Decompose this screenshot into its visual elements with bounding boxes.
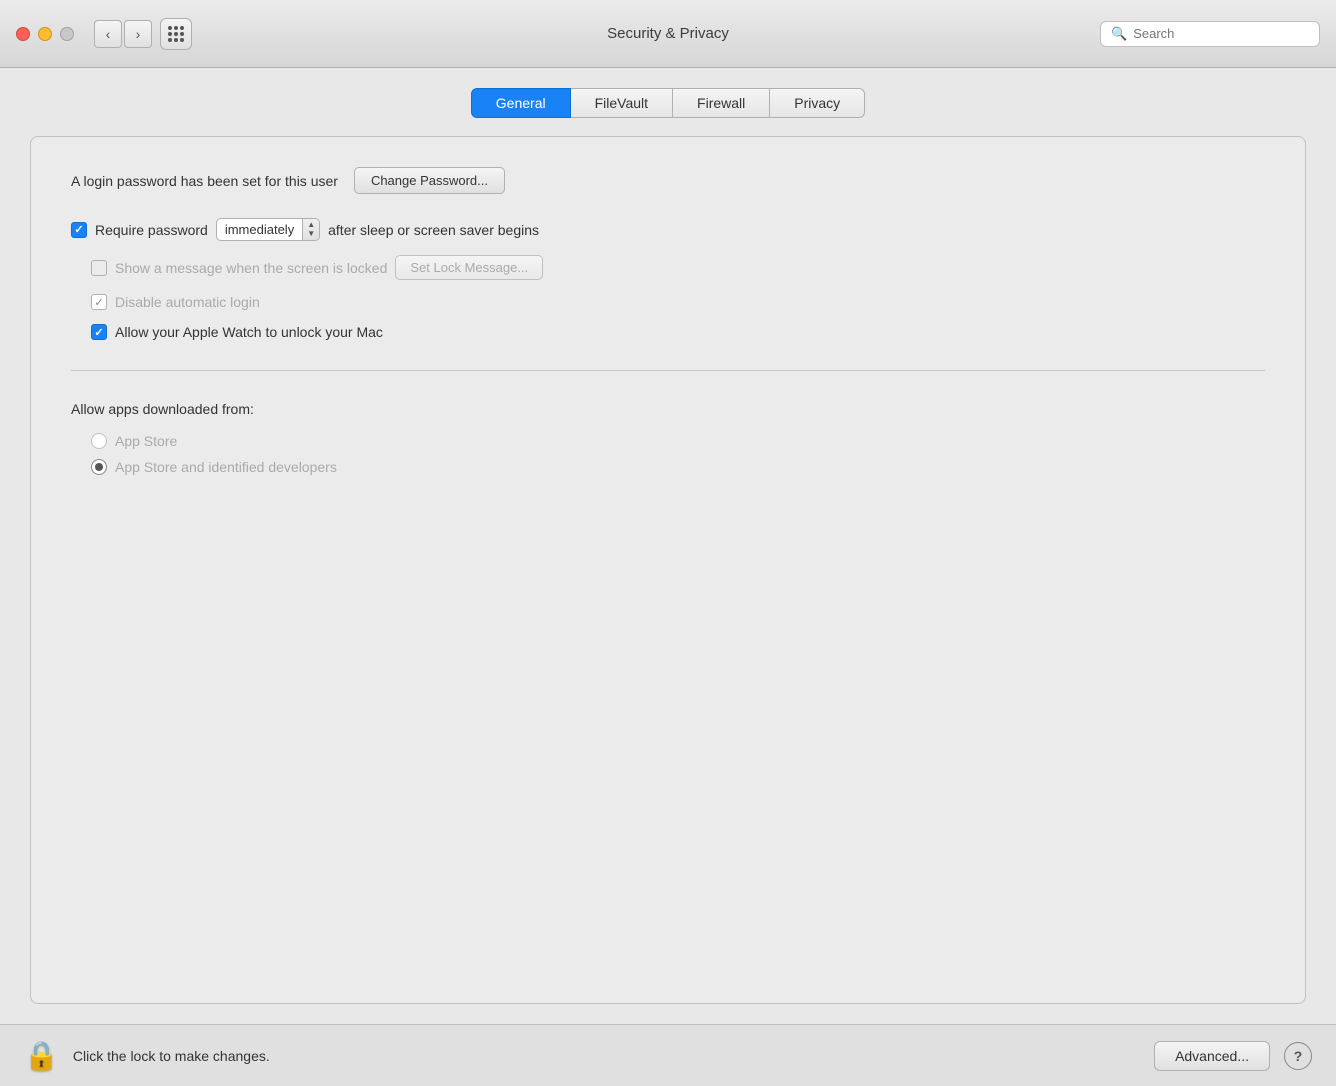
show-message-row: Show a message when the screen is locked… <box>91 255 1265 280</box>
require-password-label: Require password <box>95 222 208 238</box>
disable-autologin-label: Disable automatic login <box>115 294 260 310</box>
set-lock-message-button[interactable]: Set Lock Message... <box>395 255 543 280</box>
search-input[interactable] <box>1133 26 1309 41</box>
lock-icon[interactable]: 🔒 <box>24 1039 59 1072</box>
tab-bar: General FileVault Firewall Privacy <box>30 88 1306 118</box>
change-password-button[interactable]: Change Password... <box>354 167 505 194</box>
minimize-button[interactable] <box>38 27 52 41</box>
tab-privacy[interactable]: Privacy <box>770 88 865 118</box>
appstore-radio[interactable] <box>91 433 107 449</box>
show-message-label: Show a message when the screen is locked <box>115 260 387 276</box>
apple-watch-row: Allow your Apple Watch to unlock your Ma… <box>91 324 1265 340</box>
tab-general[interactable]: General <box>471 88 571 118</box>
forward-icon: › <box>136 26 141 42</box>
window-title: Security & Privacy <box>607 25 729 42</box>
disable-autologin-row: Disable automatic login <box>91 294 1265 310</box>
search-bar[interactable]: 🔍 <box>1100 21 1320 47</box>
section-divider <box>71 370 1265 371</box>
maximize-button[interactable] <box>60 27 74 41</box>
titlebar: ‹ › Security & Privacy 🔍 <box>0 0 1336 68</box>
appstore-identified-radio-row: App Store and identified developers <box>91 459 1265 475</box>
allow-apps-label: Allow apps downloaded from: <box>71 401 1265 417</box>
arrow-down-icon: ▼ <box>307 230 315 238</box>
help-button[interactable]: ? <box>1284 1042 1312 1070</box>
appstore-radio-row: App Store <box>91 433 1265 449</box>
grid-icon <box>168 26 184 42</box>
close-button[interactable] <box>16 27 30 41</box>
show-message-checkbox[interactable] <box>91 260 107 276</box>
require-password-suffix: after sleep or screen saver begins <box>328 222 539 238</box>
disable-autologin-checkbox[interactable] <box>91 294 107 310</box>
password-label: A login password has been set for this u… <box>71 173 338 189</box>
back-button[interactable]: ‹ <box>94 20 122 48</box>
appstore-radio-label: App Store <box>115 433 177 449</box>
settings-panel: A login password has been set for this u… <box>30 136 1306 1004</box>
apple-watch-checkbox[interactable] <box>91 324 107 340</box>
advanced-button[interactable]: Advanced... <box>1154 1041 1270 1071</box>
require-password-checkbox[interactable] <box>71 222 87 238</box>
back-icon: ‹ <box>106 26 111 42</box>
dropdown-arrows[interactable]: ▲ ▼ <box>302 219 319 240</box>
dropdown-value: immediately <box>217 219 302 240</box>
appstore-identified-radio-label: App Store and identified developers <box>115 459 337 475</box>
forward-button[interactable]: › <box>124 20 152 48</box>
window-controls <box>16 27 74 41</box>
require-password-row: Require password immediately ▲ ▼ after s… <box>71 218 1265 241</box>
nav-buttons: ‹ › <box>94 20 152 48</box>
password-row: A login password has been set for this u… <box>71 167 1265 194</box>
tab-filevault[interactable]: FileVault <box>571 88 673 118</box>
password-timing-dropdown[interactable]: immediately ▲ ▼ <box>216 218 320 241</box>
bottom-bar: 🔒 Click the lock to make changes. Advanc… <box>0 1024 1336 1086</box>
lock-text: Click the lock to make changes. <box>73 1048 270 1064</box>
search-icon: 🔍 <box>1111 26 1127 42</box>
apple-watch-label: Allow your Apple Watch to unlock your Ma… <box>115 324 383 340</box>
appstore-identified-radio[interactable] <box>91 459 107 475</box>
grid-button[interactable] <box>160 18 192 50</box>
arrow-up-icon: ▲ <box>307 221 315 229</box>
tab-firewall[interactable]: Firewall <box>673 88 770 118</box>
main-content: General FileVault Firewall Privacy A log… <box>0 68 1336 1024</box>
